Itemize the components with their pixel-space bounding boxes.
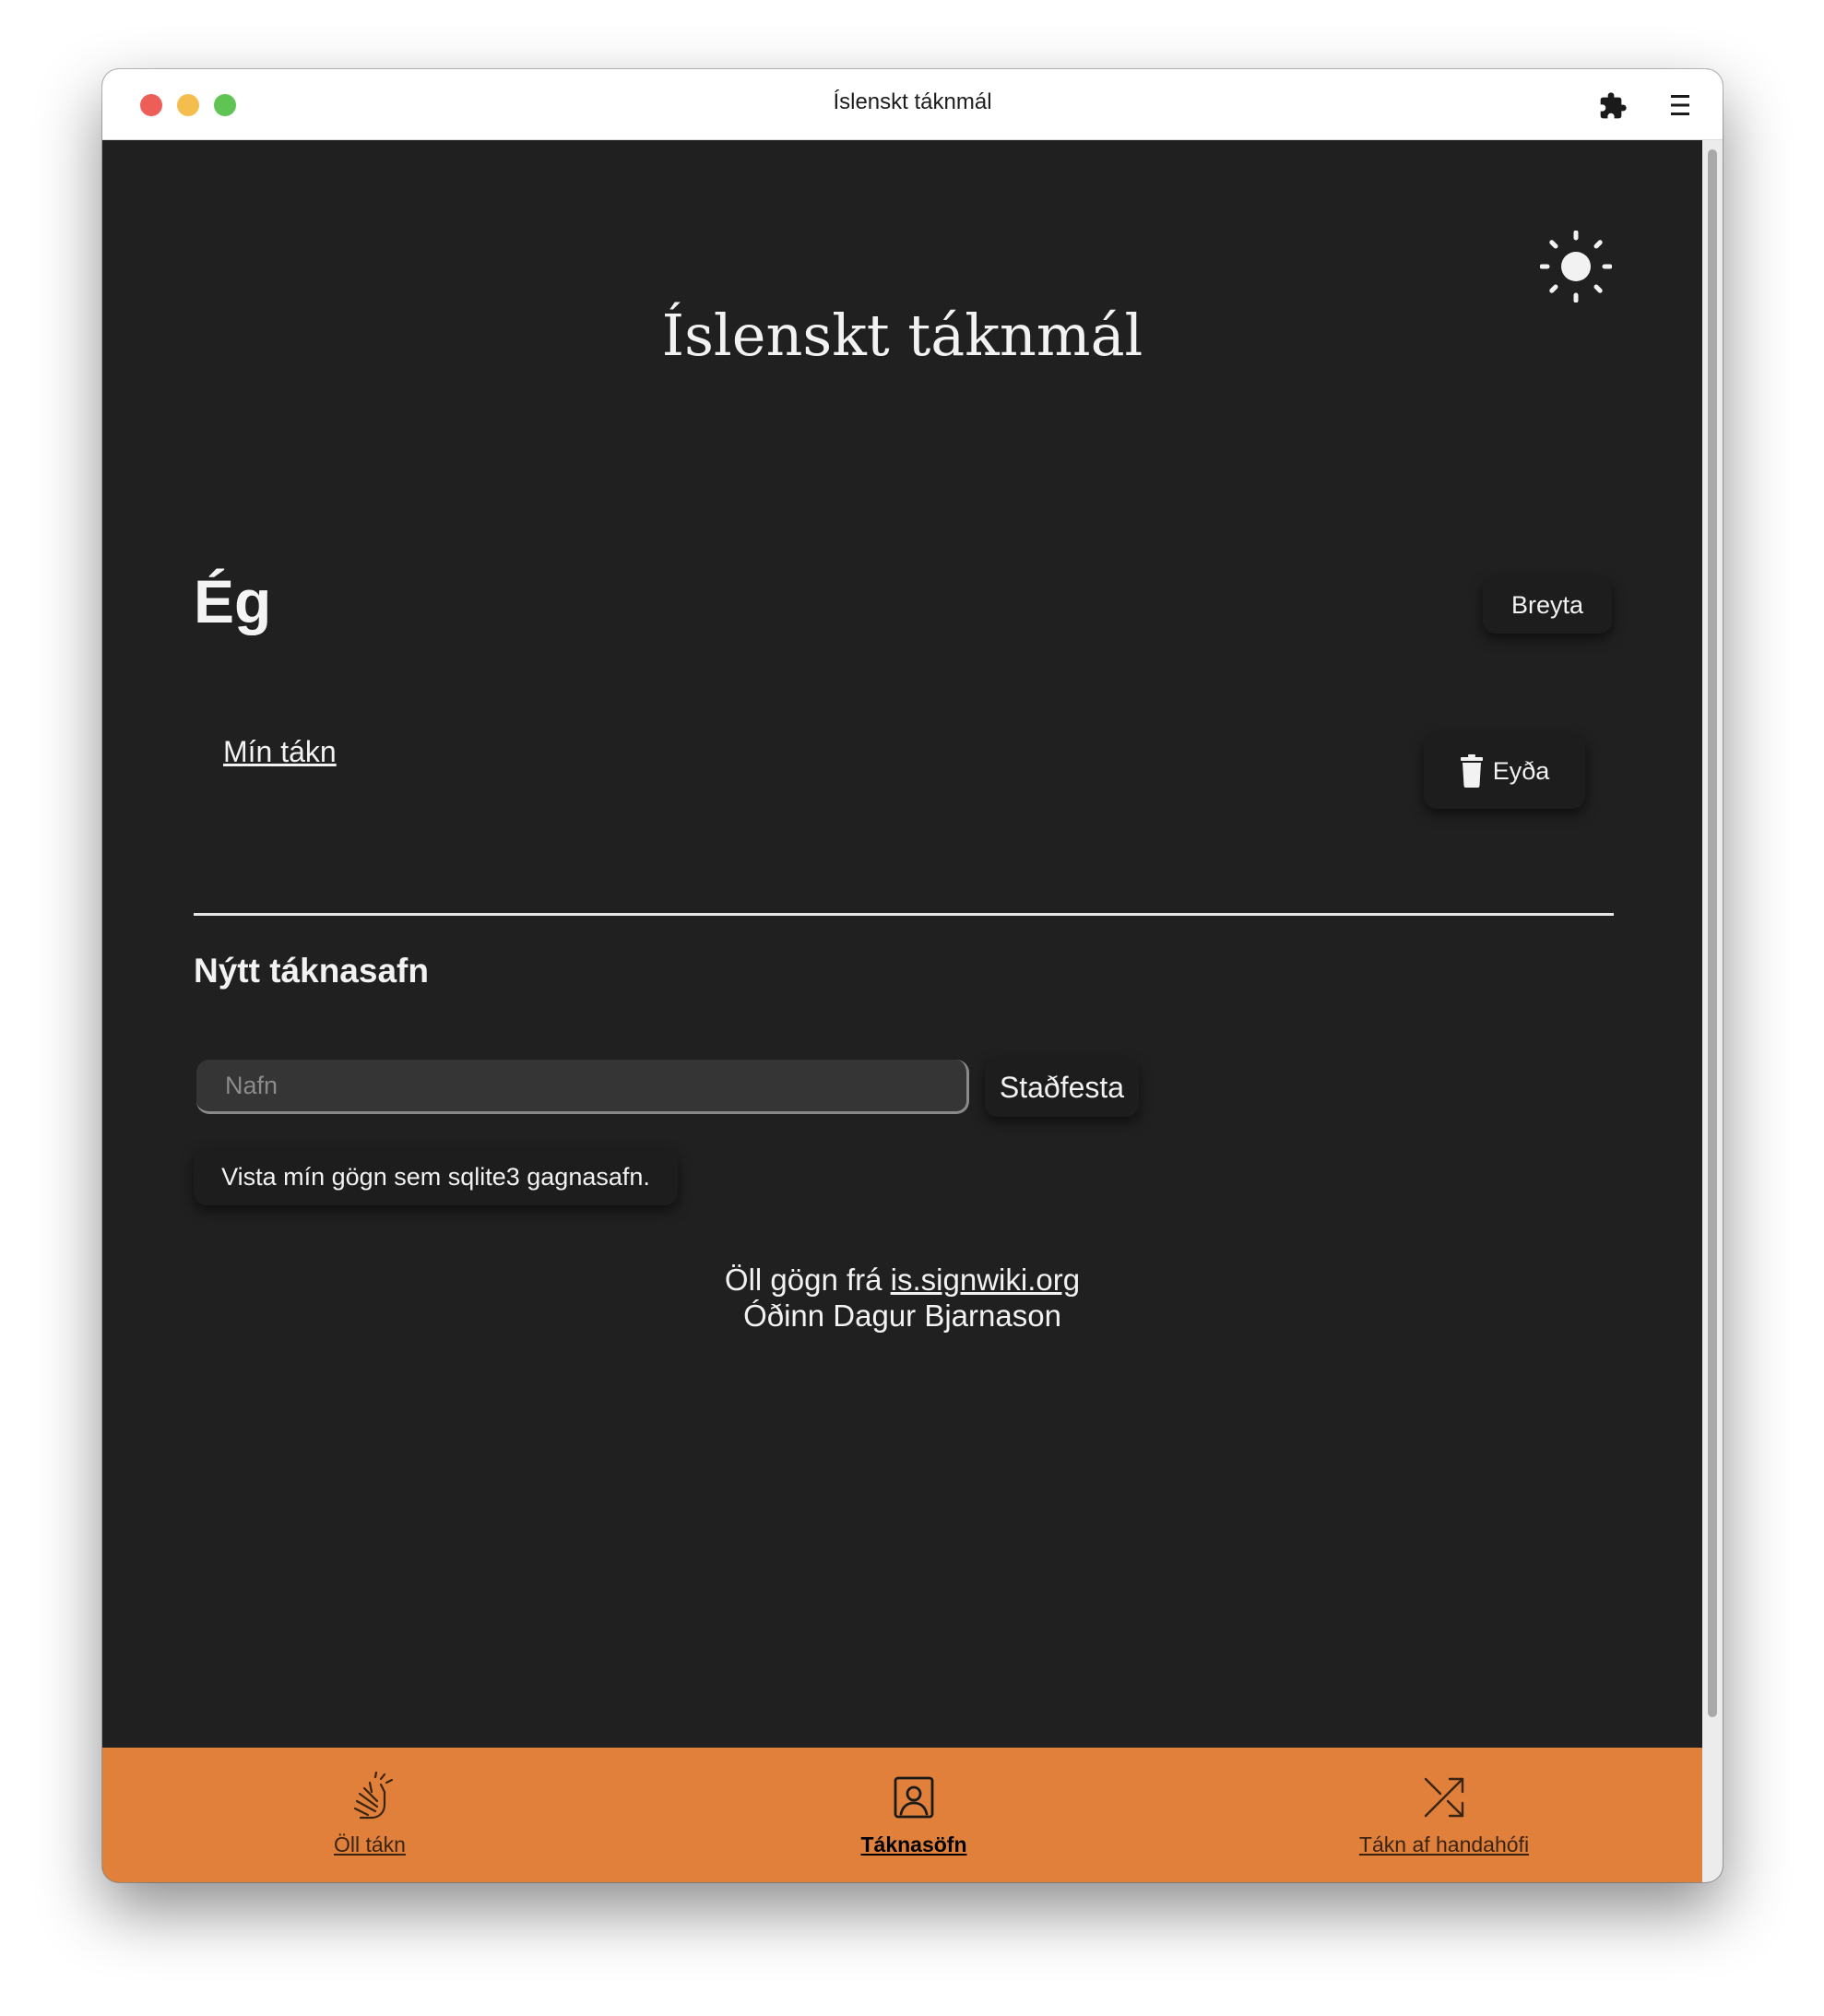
nav-label: Tákn af handahófi [1358,1832,1530,1856]
new-collection-heading: Nýtt táknasafn [194,952,429,990]
scrollbar-thumb[interactable] [1708,149,1717,1717]
bottom-navigation: Öll tákn Táknasöfn Tákn af handahófi [102,1748,1702,1882]
hand-sign-icon [353,1772,394,1820]
delete-collection-button[interactable]: Eyða [1424,733,1585,809]
page-title: Íslenskt táknmál [661,302,1143,369]
section-divider [194,913,1614,916]
footer-credits: Öll gögn frá is.signwiki.org Óðinn Dagur… [102,1262,1702,1334]
app-window: Íslenskt táknmál Íslenskt táknmál Ég Bre… [102,69,1723,1882]
trash-icon [1460,754,1483,788]
hamburger-menu-icon[interactable] [1668,91,1692,119]
puzzle-icon[interactable] [1598,91,1628,121]
window-title: Íslenskt táknmál [833,89,992,114]
edit-button[interactable]: Breyta [1483,576,1612,634]
collection-icon [894,1776,934,1819]
sun-icon[interactable] [1540,231,1612,302]
delete-label: Eyða [1492,756,1550,785]
confirm-button[interactable]: Staðfesta [985,1058,1139,1117]
main-content: Íslenskt táknmál Ég Breyta Mín tákn Eyða… [102,140,1702,1748]
nav-all-signs[interactable]: Öll tákn [305,1748,434,1882]
signwiki-link[interactable]: is.signwiki.org [891,1263,1080,1297]
nav-label: Táknasöfn [860,1832,967,1856]
shuffle-icon [1424,1777,1464,1818]
collection-name-input[interactable] [196,1060,969,1114]
title-bar: Íslenskt táknmál [102,69,1723,140]
nav-random-sign[interactable]: Tákn af handahófi [1338,1748,1550,1882]
author-name: Óðinn Dagur Bjarnason [743,1299,1061,1333]
nav-collections[interactable]: Táknasöfn [831,1748,997,1882]
collection-link[interactable]: Mín tákn [223,735,337,769]
data-source-prefix: Öll gögn frá [724,1263,891,1297]
nav-label: Öll tákn [334,1832,406,1856]
export-database-button[interactable]: Vista mín gögn sem sqlite3 gagnasafn. [194,1148,678,1205]
profile-heading: Ég [194,567,272,635]
scrollbar[interactable] [1702,140,1723,1882]
